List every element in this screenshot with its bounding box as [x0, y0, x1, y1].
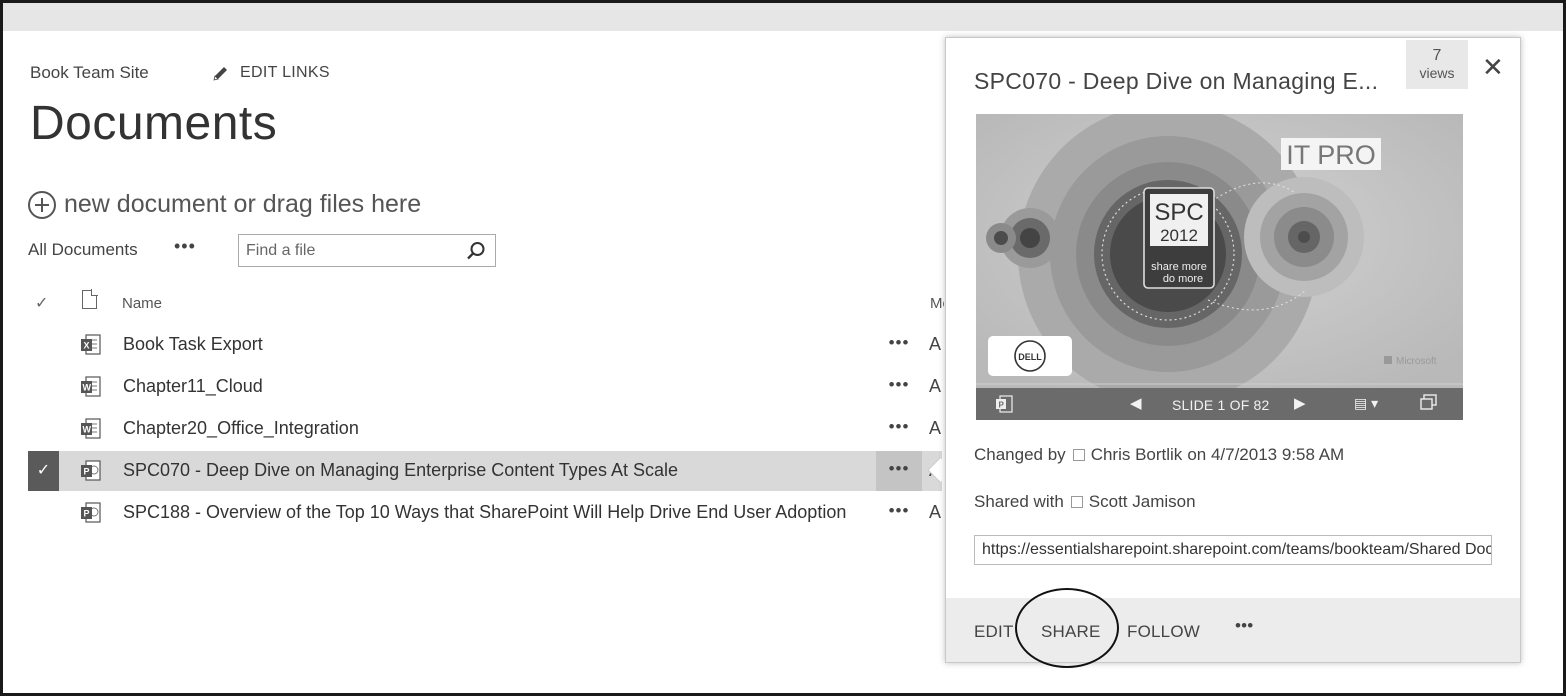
document-row[interactable]: W Chapter11_Cloud ••• Ap — [28, 367, 942, 407]
edit-button[interactable]: EDIT — [974, 622, 1014, 642]
document-name-link[interactable]: SPC070 - Deep Dive on Managing Enterpris… — [123, 460, 678, 481]
slide-watermark-text: Microsoft — [1396, 356, 1437, 367]
presence-indicator-icon — [1072, 449, 1085, 461]
view-count-label: views — [1419, 65, 1455, 81]
row-modified-value: Ap — [929, 334, 942, 354]
row-more-button[interactable]: ••• — [876, 367, 922, 407]
add-circle-icon — [28, 190, 56, 219]
document-name-link[interactable]: Book Task Export — [123, 334, 263, 355]
slide-navigation-bar: P ◀ SLIDE 1 OF 82 ▶ ▤ ▾ — [976, 388, 1463, 420]
slide-thumbnail: IT PRO SPC 2012 share more do more DELL … — [976, 114, 1463, 388]
document-name-link[interactable]: Chapter11_Cloud — [123, 376, 263, 397]
row-modified-value: Ap — [929, 502, 942, 522]
previous-slide-icon[interactable]: ◀ — [1130, 394, 1142, 412]
slide-counter: SLIDE 1 OF 82 — [1172, 397, 1270, 413]
row-modified-value: Ap — [929, 418, 942, 438]
row-checked-checkmark-icon[interactable]: ✓ — [28, 451, 59, 491]
pencil-icon — [213, 67, 227, 81]
search-input[interactable] — [239, 235, 454, 266]
edit-links-label: EDIT LINKS — [240, 64, 330, 81]
slide-logo-year: 2012 — [1160, 226, 1198, 245]
site-title-link[interactable]: Book Team Site — [30, 63, 149, 83]
slide-logo-text: SPC — [1154, 199, 1203, 226]
changed-on-date: on 4/7/2013 9:58 AM — [1187, 445, 1345, 464]
select-all-checkmark-icon[interactable]: ✓ — [35, 293, 48, 313]
new-document-label: new document or drag files here — [64, 190, 422, 218]
presence-indicator-icon — [1070, 496, 1083, 508]
powerpoint-file-icon: P — [81, 460, 101, 481]
shared-with-line: Shared with Scott Jamison — [974, 492, 1196, 512]
document-row[interactable]: X Book Task Export ••• Ap — [28, 325, 942, 365]
document-preview[interactable]: IT PRO SPC 2012 share more do more DELL … — [976, 114, 1463, 420]
svg-text:P: P — [999, 401, 1005, 410]
row-select-cell[interactable] — [28, 367, 59, 407]
callout-more-button[interactable]: ••• — [1235, 616, 1253, 636]
page-title: Documents — [30, 97, 278, 150]
slide-tagline-2: do more — [1163, 273, 1203, 285]
svg-text:W: W — [83, 425, 92, 435]
top-band — [3, 3, 1563, 31]
document-row-selected[interactable]: ✓ P SPC070 - Deep Dive on Managing Enter… — [28, 451, 942, 491]
search-icon[interactable] — [465, 240, 487, 262]
file-type-header-icon — [82, 289, 98, 309]
document-name-link[interactable]: SPC188 - Overview of the Top 10 Ways tha… — [123, 502, 846, 523]
word-file-icon: W — [81, 418, 101, 439]
excel-file-icon: X — [81, 334, 101, 355]
edit-links-button[interactable]: EDIT LINKS — [212, 64, 330, 82]
powerpoint-file-icon: P — [81, 502, 101, 523]
document-name-link[interactable]: Chapter20_Office_Integration — [123, 418, 359, 439]
search-box — [238, 234, 496, 267]
slide-badge-text: IT PRO — [1286, 140, 1376, 170]
row-more-button[interactable]: ••• — [876, 493, 922, 533]
changed-by-user-link[interactable]: Chris Bortlik — [1091, 445, 1183, 465]
next-slide-icon[interactable]: ▶ — [1294, 394, 1306, 412]
document-url-field[interactable]: https://essentialsharepoint.sharepoint.c… — [974, 535, 1492, 565]
document-row[interactable]: P SPC188 - Overview of the Top 10 Ways t… — [28, 493, 942, 533]
row-more-button[interactable]: ••• — [876, 409, 922, 449]
row-select-cell[interactable] — [28, 409, 59, 449]
svg-text:P: P — [84, 467, 90, 477]
view-selector-all-documents[interactable]: All Documents — [28, 240, 138, 260]
svg-text:P: P — [84, 509, 90, 519]
share-highlight-circle — [1015, 588, 1119, 668]
changed-by-line: Changed by Chris Bortlik on 4/7/2013 9:5… — [974, 445, 1344, 465]
slide-sponsor-text: DELL — [1018, 352, 1042, 362]
shared-with-user-link[interactable]: Scott Jamison — [1089, 492, 1196, 512]
powerpoint-app-icon[interactable]: P — [995, 395, 1013, 413]
view-more-button[interactable]: ••• — [174, 236, 196, 257]
view-count-badge: 7 views — [1406, 40, 1468, 89]
callout-title: SPC070 - Deep Dive on Managing E... — [974, 68, 1379, 94]
popout-icon[interactable] — [1420, 394, 1437, 411]
row-modified-value: Ap — [929, 376, 942, 396]
column-header-modified[interactable]: Mo — [930, 295, 944, 312]
new-document-button[interactable]: new document or drag files here — [28, 190, 421, 219]
view-count-number: 7 — [1432, 47, 1442, 64]
follow-button[interactable]: FOLLOW — [1127, 622, 1200, 642]
svg-text:W: W — [83, 383, 92, 393]
callout-actions-bar: EDIT SHARE FOLLOW ••• — [946, 588, 1520, 668]
word-file-icon: W — [81, 376, 101, 397]
row-select-cell[interactable] — [28, 325, 59, 365]
document-row[interactable]: W Chapter20_Office_Integration ••• Ap — [28, 409, 942, 449]
notes-menu-icon[interactable]: ▤ ▾ — [1354, 395, 1378, 412]
row-more-button[interactable]: ••• — [876, 325, 922, 365]
document-callout: SPC070 - Deep Dive on Managing E... 7 vi… — [945, 37, 1521, 668]
row-select-cell[interactable] — [28, 493, 59, 533]
svg-text:X: X — [84, 341, 90, 351]
changed-by-label: Changed by — [974, 445, 1066, 464]
close-icon[interactable]: ✕ — [1482, 52, 1504, 83]
shared-with-label: Shared with — [974, 492, 1064, 511]
slide-tagline-1: share more — [1151, 261, 1207, 273]
row-more-button[interactable]: ••• — [876, 451, 922, 491]
column-header-name[interactable]: Name — [122, 295, 162, 312]
